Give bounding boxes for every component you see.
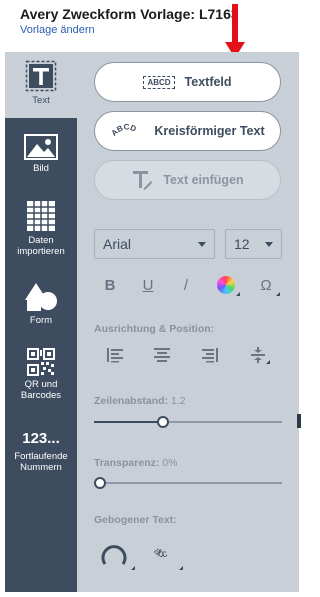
omega-icon: Ω xyxy=(260,276,272,294)
svg-text:abc: abc xyxy=(151,546,168,561)
svg-text:ABCD: ABCD xyxy=(110,122,138,137)
line-spacing-title: Zeilenabstand: xyxy=(94,395,169,407)
align-left-icon[interactable] xyxy=(105,346,125,364)
arc-circle-icon xyxy=(101,545,127,565)
bold-button[interactable]: B xyxy=(99,274,121,296)
dropdown-corner-icon xyxy=(236,292,240,296)
sidebar-item-image[interactable]: Bild xyxy=(5,134,77,174)
text-tools-panel: ABCD Textfeld ABCD Kreisförmiger Text Te… xyxy=(77,52,299,592)
sidebar-item-label: Form xyxy=(29,315,53,326)
slider-track xyxy=(94,482,282,484)
text-icon xyxy=(25,60,57,92)
sidebar-item-text[interactable]: Text xyxy=(5,60,77,106)
circular-text-button[interactable]: ABCD Kreisförmiger Text xyxy=(94,111,281,151)
curve-up-button[interactable] xyxy=(99,540,135,570)
font-family-select[interactable]: Arial xyxy=(94,229,215,259)
slider-handle[interactable] xyxy=(94,477,106,489)
line-spacing-label: Zeilenabstand: 1.2 xyxy=(94,395,186,407)
qr-code-icon xyxy=(27,348,55,376)
sidebar-item-label: Fortlaufende Nummern xyxy=(14,451,68,473)
slider-fill xyxy=(94,421,163,423)
italic-button[interactable]: / xyxy=(175,274,197,296)
sidebar-item-label: QR und Barcodes xyxy=(20,379,62,401)
color-picker-button[interactable] xyxy=(214,274,240,296)
sidebar-item-sequential-numbers[interactable]: 123... Fortlaufende Nummern xyxy=(5,430,77,473)
circular-text-icon: ABCD xyxy=(110,122,138,137)
align-center-icon[interactable] xyxy=(152,346,172,364)
circular-text-button-label: Kreisförmiger Text xyxy=(154,124,265,138)
sidebar-item-qr-barcodes[interactable]: QR und Barcodes xyxy=(5,348,77,401)
numbering-icon: 123... xyxy=(22,430,60,447)
sidebar-item-label: Bild xyxy=(33,163,49,174)
chevron-down-icon xyxy=(198,241,206,247)
chevron-down-icon xyxy=(265,241,273,247)
sidebar-active-area: Text xyxy=(5,52,77,118)
insert-text-button-label: Text einfügen xyxy=(163,173,244,187)
transparency-title: Transparenz: xyxy=(94,457,160,469)
spreadsheet-icon xyxy=(27,201,55,231)
arc-text-down-icon: abc xyxy=(151,546,168,561)
align-right-icon[interactable] xyxy=(200,346,220,364)
text-edit-icon xyxy=(133,171,153,190)
sidebar-item-shape[interactable]: Form xyxy=(5,282,77,326)
dropdown-corner-icon xyxy=(276,292,280,296)
template-title: Avery Zweckform Vorlage: L7163 xyxy=(20,6,239,22)
header: Avery Zweckform Vorlage: L7163 Vorlage ä… xyxy=(0,0,315,52)
sidebar-item-data-import[interactable]: Daten importieren xyxy=(5,200,77,257)
color-wheel-icon xyxy=(217,276,235,294)
dropdown-corner-icon xyxy=(266,360,270,364)
vertical-align-icon xyxy=(251,347,265,363)
underline-button[interactable]: U xyxy=(137,274,159,296)
image-icon xyxy=(24,134,58,160)
slider-handle[interactable] xyxy=(157,416,169,428)
shapes-icon xyxy=(25,283,57,311)
insert-text-button[interactable]: Text einfügen xyxy=(94,160,281,200)
transparency-value: 0% xyxy=(162,457,178,469)
line-spacing-value: 1.2 xyxy=(171,395,186,407)
sidebar-item-label: Text xyxy=(32,95,50,106)
font-size-select[interactable]: 12 xyxy=(225,229,282,259)
sidebar: Text Bild Daten importieren Form QR und … xyxy=(5,52,77,592)
transparency-label: Transparenz: 0% xyxy=(94,457,177,469)
line-spacing-slider[interactable] xyxy=(94,415,282,429)
curve-down-button[interactable]: abc xyxy=(147,540,183,570)
alignment-section-label: Ausrichtung & Position: xyxy=(94,323,215,335)
textfield-button[interactable]: ABCD Textfeld xyxy=(94,62,281,102)
font-family-value: Arial xyxy=(103,236,132,252)
curved-text-label: Gebogener Text: xyxy=(94,514,177,526)
change-template-link[interactable]: Vorlage ändern xyxy=(20,24,95,36)
transparency-slider[interactable] xyxy=(94,476,282,490)
font-size-value: 12 xyxy=(234,236,250,252)
vertical-position-button[interactable] xyxy=(248,346,270,364)
dropdown-corner-icon xyxy=(179,566,183,570)
sidebar-item-label: Daten importieren xyxy=(17,235,65,257)
dropdown-corner-icon xyxy=(131,566,135,570)
textfield-button-label: Textfeld xyxy=(184,75,232,89)
panel-collapse-handle[interactable] xyxy=(297,414,301,428)
special-characters-button[interactable]: Ω xyxy=(254,274,280,296)
abcd-box-icon: ABCD xyxy=(143,75,175,89)
